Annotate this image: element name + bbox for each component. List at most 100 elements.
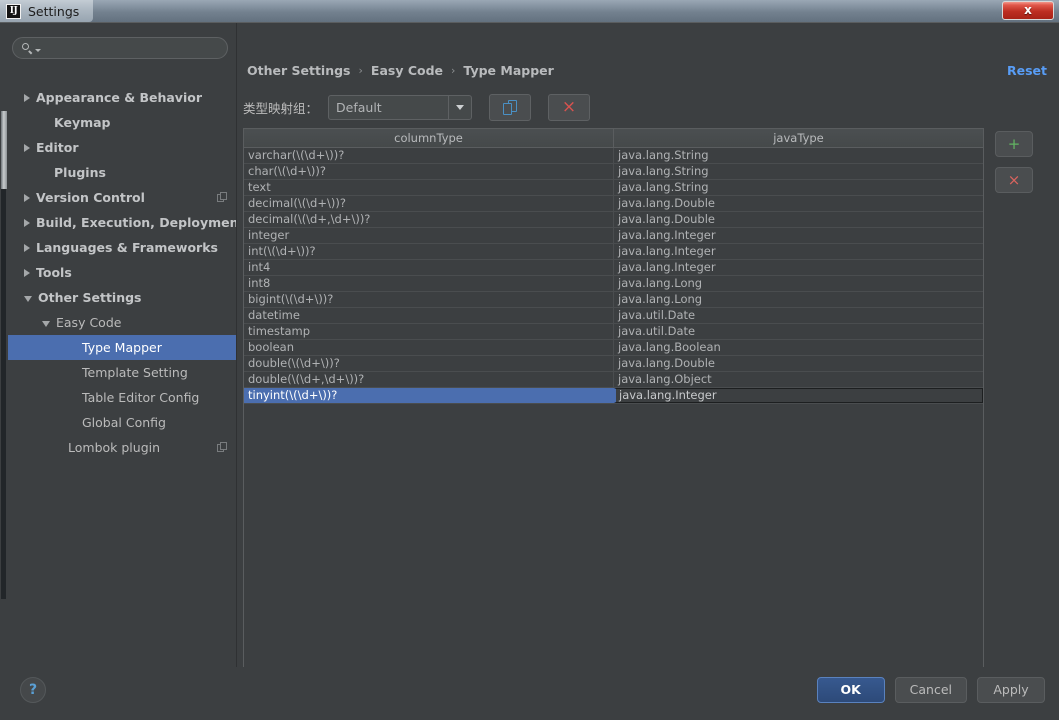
- table-row[interactable]: int(\(\d+\))? java.lang.Integer: [244, 244, 983, 260]
- cell-columnType[interactable]: int4: [244, 260, 614, 275]
- search-field[interactable]: [12, 37, 228, 59]
- sidebar-item-table-editor-config[interactable]: Table Editor Config: [8, 385, 236, 410]
- window-close-button[interactable]: x: [1002, 1, 1054, 20]
- scrollbar-thumb[interactable]: [1, 111, 7, 189]
- chevron-right-icon[interactable]: [24, 218, 30, 227]
- help-button[interactable]: ?: [20, 677, 46, 703]
- table-row[interactable]: varchar(\(\d+\))? java.lang.String: [244, 148, 983, 164]
- sidebar-item-tools[interactable]: Tools: [8, 260, 236, 285]
- table-row[interactable]: char(\(\d+\))? java.lang.String: [244, 164, 983, 180]
- sidebar-item-editor[interactable]: Editor: [8, 135, 236, 160]
- sidebar-item-label: Appearance & Behavior: [36, 90, 202, 105]
- cell-columnType[interactable]: boolean: [244, 340, 614, 355]
- sidebar-item-label: Global Config: [82, 415, 166, 430]
- sidebar-item-type-mapper[interactable]: Type Mapper: [8, 335, 236, 360]
- sidebar-item-languages-frameworks[interactable]: Languages & Frameworks: [8, 235, 236, 260]
- sidebar-item-build-execution-deployment[interactable]: Build, Execution, Deployment: [8, 210, 244, 235]
- scrollbar-track[interactable]: [1, 189, 6, 599]
- cell-columnType[interactable]: tinyint(\(\d+\))?: [244, 388, 614, 403]
- search-input[interactable]: [43, 38, 227, 58]
- cell-javaType[interactable]: java.util.Date: [614, 308, 983, 323]
- table-row[interactable]: decimal(\(\d+\))? java.lang.Double: [244, 196, 983, 212]
- remove-mapping-button[interactable]: ×: [995, 167, 1033, 193]
- table-row[interactable]: timestamp java.util.Date: [244, 324, 983, 340]
- cell-columnType[interactable]: text: [244, 180, 614, 195]
- chevron-right-icon[interactable]: [24, 143, 30, 152]
- delete-group-button[interactable]: ×: [548, 94, 591, 121]
- sidebar-item-lombok-plugin[interactable]: Lombok plugin: [8, 435, 236, 460]
- ok-button[interactable]: OK: [816, 677, 885, 703]
- type-mapping-group-select[interactable]: Default: [328, 95, 473, 120]
- sidebar-item-appearance-behavior[interactable]: Appearance & Behavior: [8, 85, 236, 110]
- cell-columnType[interactable]: timestamp: [244, 324, 614, 339]
- chevron-right-icon[interactable]: [24, 243, 30, 252]
- cell-javaType[interactable]: java.lang.Long: [614, 292, 983, 307]
- cell-columnType[interactable]: double(\(\d+,\d+\))?: [244, 372, 614, 387]
- cell-javaType[interactable]: java.lang.Integer: [614, 388, 983, 403]
- cell-columnType[interactable]: double(\(\d+\))?: [244, 356, 614, 371]
- table-row[interactable]: decimal(\(\d+,\d+\))? java.lang.Double: [244, 212, 983, 228]
- chevron-right-icon[interactable]: [24, 268, 30, 277]
- cell-javaType[interactable]: java.lang.Double: [614, 196, 983, 211]
- chevron-right-icon[interactable]: [24, 193, 30, 202]
- cell-javaType[interactable]: java.lang.Object: [614, 372, 983, 387]
- cell-columnType[interactable]: varchar(\(\d+\))?: [244, 148, 614, 163]
- column-header-columnType[interactable]: columnType: [244, 129, 614, 147]
- apply-button[interactable]: Apply: [977, 677, 1045, 703]
- table-row[interactable]: tinyint(\(\d+\))? java.lang.Integer: [244, 388, 983, 404]
- sidebar-item-label: Build, Execution, Deployment: [36, 215, 245, 230]
- cell-columnType[interactable]: decimal(\(\d+,\d+\))?: [244, 212, 614, 227]
- type-mapper-toolbar: 类型映射组： Default ×: [243, 94, 591, 121]
- sidebar-item-template-setting[interactable]: Template Setting: [8, 360, 236, 385]
- cell-javaType[interactable]: java.lang.Double: [614, 212, 983, 227]
- cell-javaType[interactable]: java.lang.Integer: [614, 228, 983, 243]
- chevron-right-icon[interactable]: [24, 93, 30, 102]
- table-row[interactable]: text java.lang.String: [244, 180, 983, 196]
- table-row[interactable]: datetime java.util.Date: [244, 308, 983, 324]
- sidebar-search[interactable]: [12, 37, 228, 59]
- cell-javaType[interactable]: java.lang.String: [614, 148, 983, 163]
- cell-javaType[interactable]: java.lang.String: [614, 164, 983, 179]
- breadcrumb-item[interactable]: Easy Code: [371, 63, 443, 78]
- cell-columnType[interactable]: bigint(\(\d+\))?: [244, 292, 614, 307]
- settings-tree: Appearance & Behavior Keymap Editor Plugins…: [8, 85, 244, 460]
- cell-columnType[interactable]: datetime: [244, 308, 614, 323]
- cell-columnType[interactable]: char(\(\d+\))?: [244, 164, 614, 179]
- table-row[interactable]: boolean java.lang.Boolean: [244, 340, 983, 356]
- reset-link[interactable]: Reset: [1007, 63, 1047, 78]
- sidebar-item-label: Lombok plugin: [68, 440, 161, 455]
- cell-javaType[interactable]: java.lang.Double: [614, 356, 983, 371]
- table-row[interactable]: integer java.lang.Integer: [244, 228, 983, 244]
- table-row[interactable]: double(\(\d+,\d+\))? java.lang.Object: [244, 372, 983, 388]
- sidebar-item-global-config[interactable]: Global Config: [8, 410, 236, 435]
- sidebar-item-version-control[interactable]: Version Control: [8, 185, 236, 210]
- add-mapping-button[interactable]: +: [995, 131, 1033, 157]
- breadcrumb-item[interactable]: Other Settings: [247, 63, 351, 78]
- sidebar-item-easy-code[interactable]: Easy Code: [8, 310, 236, 335]
- column-header-javaType[interactable]: javaType: [614, 129, 983, 147]
- cell-columnType[interactable]: int(\(\d+\))?: [244, 244, 614, 259]
- cell-columnType[interactable]: integer: [244, 228, 614, 243]
- table-row[interactable]: int8 java.lang.Long: [244, 276, 983, 292]
- cell-javaType[interactable]: java.lang.Integer: [614, 244, 983, 259]
- table-row[interactable]: double(\(\d+\))? java.lang.Double: [244, 356, 983, 372]
- cancel-button[interactable]: Cancel: [894, 677, 967, 703]
- sidebar-item-plugins[interactable]: Plugins: [8, 160, 236, 185]
- table-row[interactable]: bigint(\(\d+\))? java.lang.Long: [244, 292, 983, 308]
- sidebar-item-other-settings[interactable]: Other Settings: [8, 285, 236, 310]
- chevron-down-icon[interactable]: [448, 96, 471, 119]
- cell-javaType[interactable]: java.lang.Long: [614, 276, 983, 291]
- cell-javaType[interactable]: java.lang.Integer: [614, 260, 983, 275]
- cell-javaType[interactable]: java.lang.Boolean: [614, 340, 983, 355]
- cell-javaType[interactable]: java.lang.String: [614, 180, 983, 195]
- cell-columnType[interactable]: int8: [244, 276, 614, 291]
- chevron-down-icon[interactable]: [24, 295, 32, 302]
- table-row[interactable]: int4 java.lang.Integer: [244, 260, 983, 276]
- chevron-down-icon[interactable]: [35, 48, 41, 52]
- copy-group-button[interactable]: [489, 94, 532, 121]
- table-header-row: columnType javaType: [244, 129, 983, 148]
- cell-javaType[interactable]: java.util.Date: [614, 324, 983, 339]
- chevron-down-icon[interactable]: [42, 320, 50, 327]
- sidebar-item-keymap[interactable]: Keymap: [8, 110, 236, 135]
- cell-columnType[interactable]: decimal(\(\d+\))?: [244, 196, 614, 211]
